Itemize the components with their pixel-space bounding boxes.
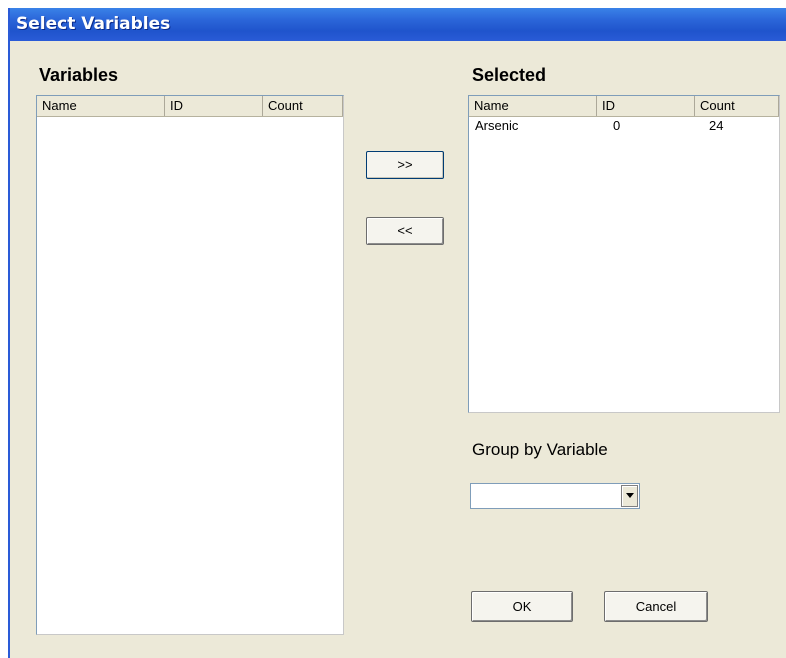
column-header-name[interactable]: Name [469, 96, 597, 116]
variables-list[interactable]: Name ID Count [36, 95, 344, 635]
column-header-count[interactable]: Count [695, 96, 779, 116]
column-header-name[interactable]: Name [37, 96, 165, 116]
dropdown-button[interactable] [621, 485, 638, 507]
title-bar[interactable]: Select Variables [10, 8, 786, 41]
selected-label: Selected [472, 65, 547, 85]
selected-list-header: Name ID Count [469, 96, 779, 117]
chevron-down-icon [626, 493, 634, 498]
item-name: Arsenic [475, 118, 519, 133]
variables-label: Variables [39, 65, 119, 85]
item-id: 0 [613, 118, 621, 133]
item-count: 24 [709, 118, 724, 133]
list-item[interactable]: Arsenic 0 24 [469, 117, 779, 135]
ok-button[interactable]: OK [471, 591, 573, 622]
cancel-button[interactable]: Cancel [604, 591, 708, 622]
column-header-count[interactable]: Count [263, 96, 343, 116]
group-by-label: Group by Variable [472, 440, 608, 459]
select-variables-dialog: Select Variables Variables Name ID Count… [8, 8, 786, 658]
window-title: Select Variables [16, 14, 171, 34]
add-button[interactable]: >> [366, 151, 444, 179]
variables-list-header: Name ID Count [37, 96, 343, 117]
column-header-id[interactable]: ID [165, 96, 263, 116]
group-by-dropdown[interactable] [470, 483, 640, 509]
remove-button[interactable]: << [366, 217, 444, 245]
selected-list[interactable]: Name ID Count Arsenic 0 24 [468, 95, 780, 413]
column-header-id[interactable]: ID [597, 96, 695, 116]
